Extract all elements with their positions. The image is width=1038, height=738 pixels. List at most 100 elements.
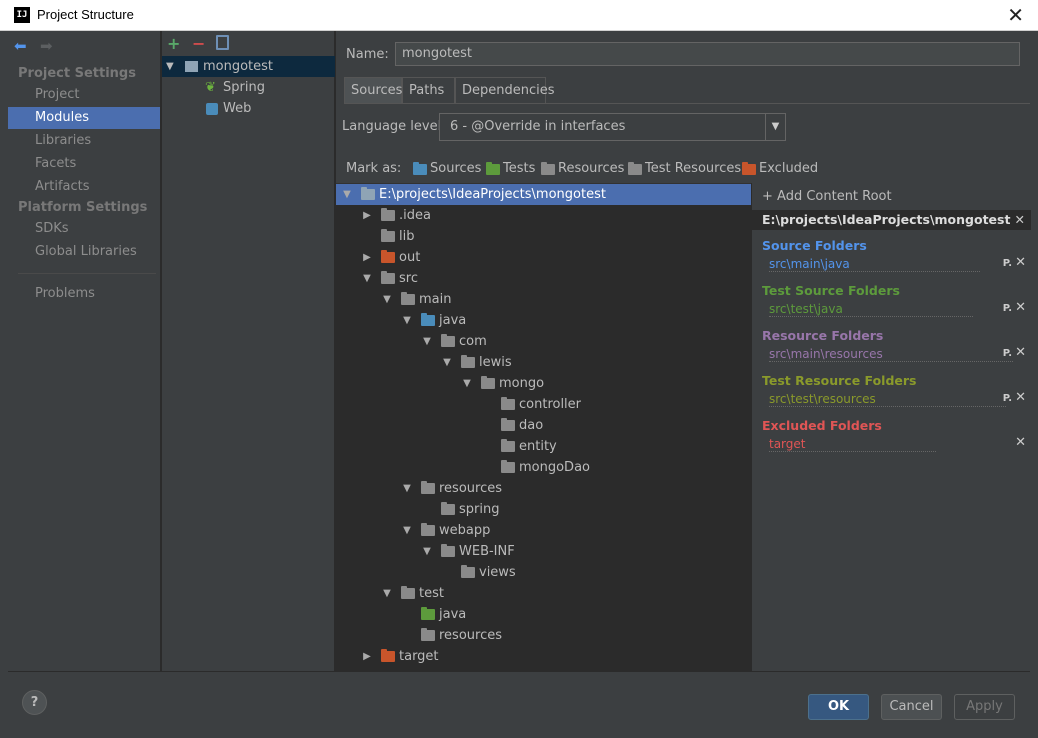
folder-group-title: Resource Folders [762, 328, 884, 343]
chevron-down-icon[interactable]: ▼ [401, 478, 413, 499]
help-icon[interactable]: ? [22, 690, 47, 715]
chevron-down-icon[interactable]: ▼ [441, 352, 453, 373]
tree-node-label: mongoDao [519, 460, 590, 475]
chevron-right-icon[interactable]: ▶ [361, 205, 373, 226]
chevron-down-icon[interactable]: ▼ [381, 583, 393, 604]
remove-folder-icon[interactable]: ✕ [1015, 345, 1026, 360]
remove-folder-icon[interactable]: ✕ [1015, 390, 1026, 405]
package-prefix-icon[interactable]: P. [1003, 393, 1012, 404]
tree-node[interactable]: views [336, 562, 751, 583]
close-icon[interactable]: ✕ [1007, 4, 1024, 26]
nav-item-project[interactable]: Project [8, 84, 160, 106]
tree-node[interactable]: java [336, 604, 751, 625]
folder-icon [381, 208, 395, 221]
tree-node[interactable]: ▼ com [336, 331, 751, 352]
module-name-input[interactable]: mongotest [395, 42, 1020, 66]
folder-icon [421, 607, 435, 620]
facet-tree-item[interactable]: Web [162, 98, 335, 119]
apply-button[interactable]: Apply [954, 694, 1015, 720]
tree-node[interactable]: controller [336, 394, 751, 415]
folder-icon [501, 418, 515, 431]
chevron-down-icon[interactable]: ▼ [401, 520, 413, 541]
package-prefix-icon[interactable]: P. [1003, 258, 1012, 269]
remove-folder-icon[interactable]: ✕ [1015, 300, 1026, 315]
folder-icon [501, 439, 515, 452]
tree-node[interactable]: ▼ resources [336, 478, 751, 499]
spring-leaf-icon: ❦ [205, 80, 216, 95]
settings-nav: ⬅ ➡ Project Settings Project Modules Lib… [8, 31, 161, 671]
nav-item-artifacts[interactable]: Artifacts [8, 176, 160, 198]
folder-path[interactable]: src\test\resources [769, 392, 1006, 407]
remove-folder-icon[interactable]: ✕ [1015, 255, 1026, 270]
chevron-down-icon[interactable]: ▼ [341, 184, 353, 205]
forward-arrow-icon[interactable]: ➡ [40, 37, 53, 55]
tree-node-label: WEB-INF [459, 544, 515, 559]
nav-item-problems[interactable]: Problems [8, 283, 160, 305]
tree-node[interactable]: ▶ target [336, 646, 751, 667]
chevron-down-icon[interactable]: ▼ [361, 268, 373, 289]
package-prefix-icon[interactable]: P. [1003, 348, 1012, 359]
ok-button[interactable]: OK [808, 694, 869, 720]
add-content-root-button[interactable]: + Add Content Root [762, 189, 892, 204]
tree-node[interactable]: resources [336, 625, 751, 646]
background-window-strip-right [1030, 0, 1038, 738]
chevron-down-icon[interactable]: ▼ [166, 56, 174, 77]
back-arrow-icon[interactable]: ⬅ [14, 37, 27, 55]
folder-group-title: Test Resource Folders [762, 373, 917, 388]
chevron-down-icon[interactable]: ▼ [381, 289, 393, 310]
tree-node-label: java [439, 313, 467, 328]
remove-module-icon[interactable]: − [192, 34, 205, 53]
folder-path[interactable]: src\main\resources [769, 347, 1013, 362]
chevron-down-icon[interactable]: ▼ [421, 541, 433, 562]
chevron-down-icon[interactable]: ▼ [421, 331, 433, 352]
folder-icon [421, 628, 435, 641]
chevron-down-icon[interactable]: ▼ [461, 373, 473, 394]
tree-node[interactable]: ▼ lewis [336, 352, 751, 373]
tab-sources[interactable]: Sources [344, 77, 402, 103]
facet-tree-item[interactable]: ❦ Spring [162, 77, 335, 98]
tab-paths[interactable]: Paths [402, 77, 455, 103]
tab-dependencies[interactable]: Dependencies [455, 77, 555, 103]
remove-folder-icon[interactable]: ✕ [1015, 435, 1026, 450]
tree-node[interactable]: ▼ java [336, 310, 751, 331]
tree-node[interactable]: lib [336, 226, 751, 247]
tree-node[interactable]: ▼ test [336, 583, 751, 604]
nav-item-sdks[interactable]: SDKs [8, 218, 160, 240]
tree-node[interactable]: ▼ E:\projects\IdeaProjects\mongotest [336, 184, 751, 205]
tree-node[interactable]: ▶ out [336, 247, 751, 268]
folder-path[interactable]: src\test\java [769, 302, 973, 317]
tree-node[interactable]: dao [336, 415, 751, 436]
nav-item-libraries[interactable]: Libraries [8, 130, 160, 152]
tree-node[interactable]: ▼ mongo [336, 373, 751, 394]
nav-item-global-libraries[interactable]: Global Libraries [8, 241, 160, 263]
folder-icon [461, 565, 475, 578]
nav-item-facets[interactable]: Facets [8, 153, 160, 175]
tree-node[interactable]: ▼ webapp [336, 520, 751, 541]
chevron-right-icon[interactable]: ▶ [361, 646, 373, 667]
tree-node-label: target [399, 649, 439, 664]
tree-node[interactable]: mongoDao [336, 457, 751, 478]
chevron-right-icon[interactable]: ▶ [361, 247, 373, 268]
copy-icon[interactable] [216, 35, 229, 50]
tree-node-label: mongo [499, 376, 545, 391]
remove-root-icon[interactable]: ✕ [1015, 210, 1025, 230]
nav-item-modules[interactable]: Modules [8, 107, 160, 129]
chevron-down-icon[interactable]: ▼ [401, 310, 413, 331]
module-tree-item[interactable]: ▼ mongotest [162, 56, 335, 77]
tree-node[interactable]: ▼ main [336, 289, 751, 310]
folder-icon [381, 649, 395, 662]
package-prefix-icon[interactable]: P. [1003, 303, 1012, 314]
folder-icon [481, 376, 495, 389]
folder-path[interactable]: src\main\java [769, 257, 980, 272]
tree-node[interactable]: ▼ src [336, 268, 751, 289]
folder-path[interactable]: target [769, 437, 936, 452]
add-module-icon[interactable]: + [167, 34, 180, 53]
tree-node[interactable]: ▼ WEB-INF [336, 541, 751, 562]
tree-node[interactable]: spring [336, 499, 751, 520]
dropdown-arrow-icon[interactable]: ▼ [765, 114, 785, 140]
tree-node[interactable]: entity [336, 436, 751, 457]
tree-node[interactable]: ▶ .idea [336, 205, 751, 226]
background-window-strip [0, 0, 8, 738]
language-level-select[interactable]: 6 - @Override in interfaces ▼ [439, 113, 786, 141]
cancel-button[interactable]: Cancel [881, 694, 942, 720]
